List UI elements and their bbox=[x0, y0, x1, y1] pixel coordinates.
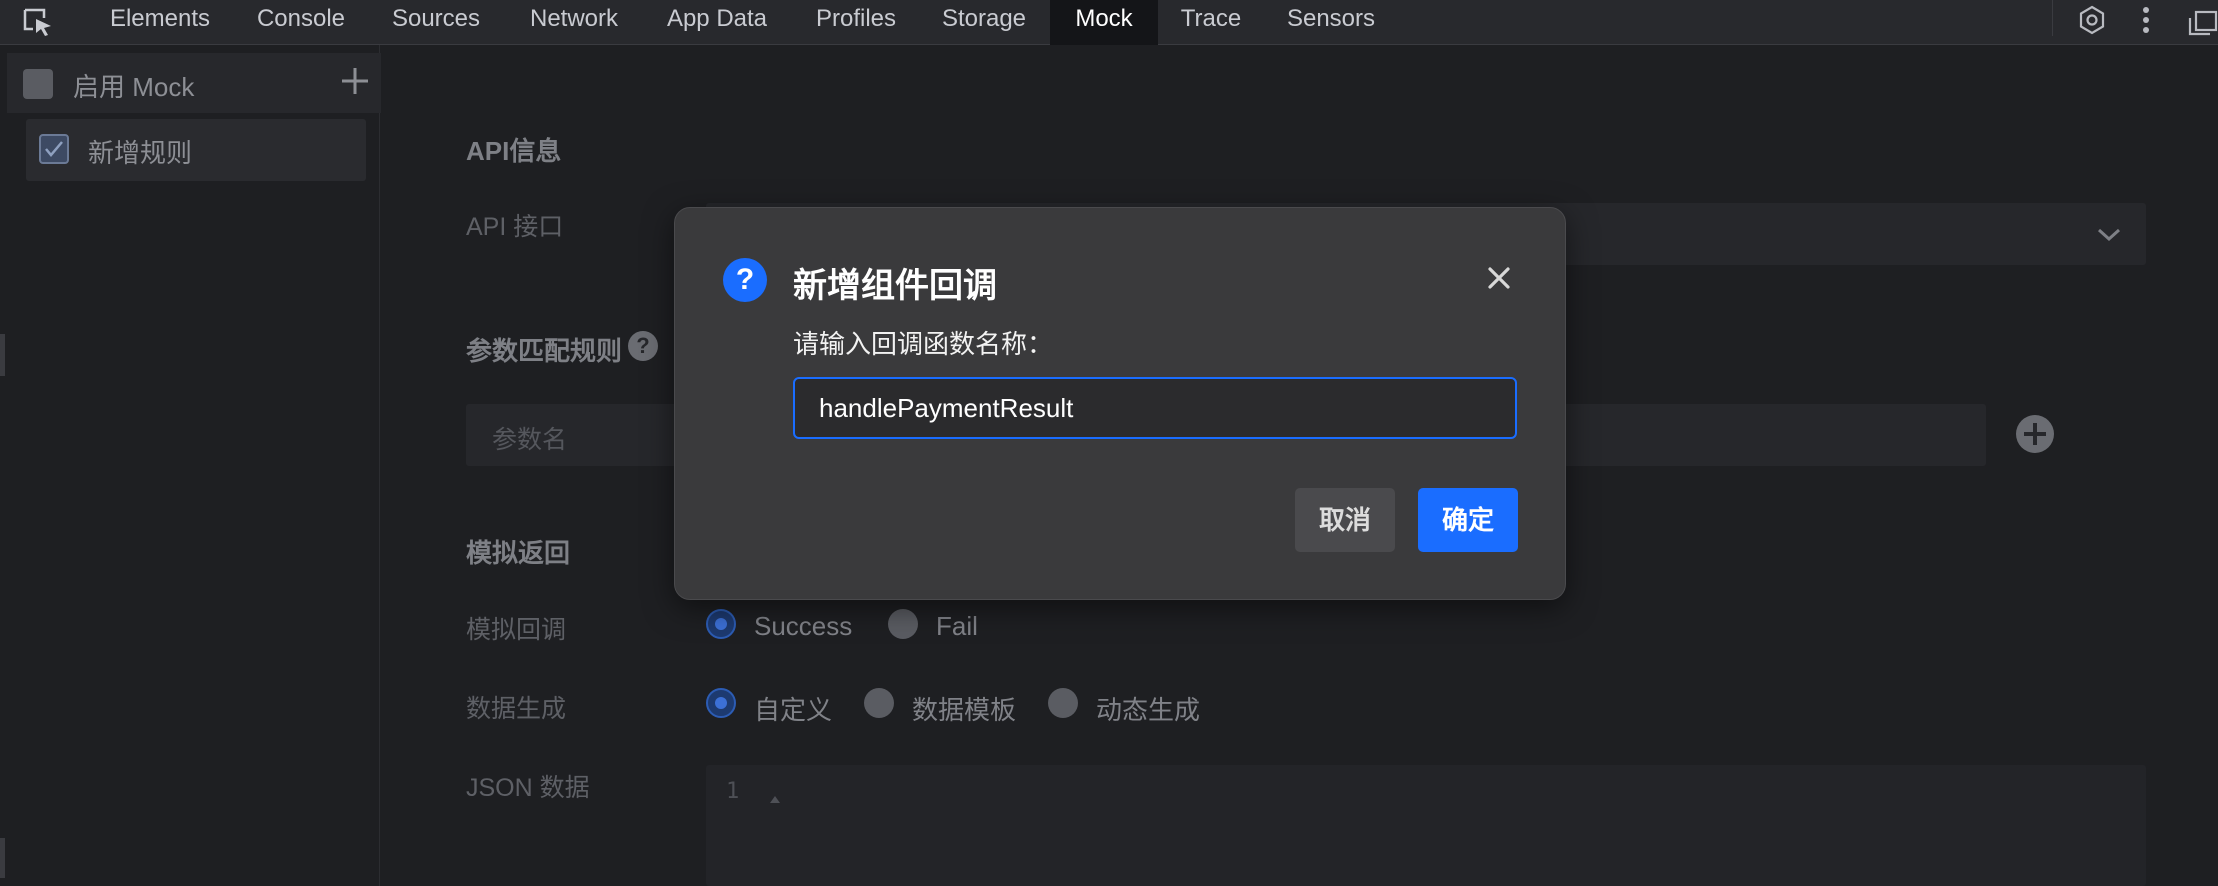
dialog-prompt: 请输入回调函数名称： bbox=[793, 329, 1054, 359]
callback-fail-label: Fail bbox=[936, 611, 978, 641]
more-options-icon[interactable] bbox=[2132, 4, 2160, 36]
callback-fail-radio[interactable] bbox=[888, 609, 918, 639]
rule-label: 新增规则 bbox=[88, 138, 193, 168]
resize-handle[interactable] bbox=[0, 334, 5, 376]
datagen-dynamic-radio[interactable] bbox=[1048, 688, 1078, 718]
rule-checkbox[interactable] bbox=[39, 134, 69, 164]
datagen-custom-radio[interactable] bbox=[706, 688, 736, 718]
api-endpoint-label: API 接口 bbox=[466, 213, 564, 241]
enable-mock-header: 启用 Mock bbox=[7, 53, 381, 113]
mock-rules-sidebar: 启用 Mock 新增规则 bbox=[0, 45, 381, 886]
api-info-section-title: API信息 bbox=[466, 136, 562, 166]
mock-callback-label: 模拟回调 bbox=[466, 616, 567, 644]
json-data-label: JSON 数据 bbox=[466, 774, 590, 802]
tab-console[interactable]: Console bbox=[240, 0, 362, 45]
tab-mock[interactable]: Mock bbox=[1050, 0, 1158, 45]
dialog-title: 新增组件回调 bbox=[793, 267, 997, 305]
resize-handle-bottom[interactable] bbox=[0, 838, 5, 878]
tab-sensors[interactable]: Sensors bbox=[1278, 0, 1384, 45]
confirm-button[interactable]: 确定 bbox=[1418, 488, 1518, 552]
add-callback-dialog: ? 新增组件回调 请输入回调函数名称： 取消 确定 bbox=[674, 207, 1566, 600]
tab-elements[interactable]: Elements bbox=[92, 0, 228, 45]
cancel-button[interactable]: 取消 bbox=[1295, 488, 1395, 552]
check-icon bbox=[45, 141, 63, 157]
tab-trace[interactable]: Trace bbox=[1166, 0, 1256, 45]
datagen-dynamic-label: 动态生成 bbox=[1096, 695, 1201, 725]
tab-app-data[interactable]: App Data bbox=[652, 0, 782, 45]
param-match-section-title: 参数匹配规则 bbox=[466, 336, 623, 366]
toolbar-divider bbox=[2052, 0, 2053, 36]
param-name-placeholder: 参数名 bbox=[492, 426, 568, 454]
data-generation-label: 数据生成 bbox=[466, 695, 567, 723]
settings-gear-icon[interactable] bbox=[2076, 4, 2108, 36]
enable-mock-checkbox[interactable] bbox=[23, 69, 53, 99]
fold-arrow-icon[interactable] bbox=[768, 793, 782, 805]
callback-name-input[interactable] bbox=[793, 377, 1517, 439]
close-icon[interactable] bbox=[1481, 260, 1517, 296]
add-param-plus-icon[interactable] bbox=[2016, 415, 2054, 453]
sidebar-item-rule[interactable]: 新增规则 bbox=[26, 119, 366, 181]
chevron-down-icon bbox=[2097, 228, 2121, 242]
tab-profiles[interactable]: Profiles bbox=[800, 0, 912, 45]
help-question-icon[interactable]: ? bbox=[628, 331, 658, 361]
datagen-template-label: 数据模板 bbox=[912, 695, 1017, 725]
callback-success-radio[interactable] bbox=[706, 609, 736, 639]
tab-network[interactable]: Network bbox=[512, 0, 636, 45]
devtools-tabbar: Elements Console Sources Network App Dat… bbox=[0, 0, 2218, 45]
callback-success-label: Success bbox=[754, 611, 853, 641]
tab-sources[interactable]: Sources bbox=[378, 0, 494, 45]
enable-mock-label: 启用 Mock bbox=[73, 72, 195, 102]
json-line-number: 1 bbox=[726, 779, 740, 804]
question-icon: ? bbox=[723, 258, 767, 302]
json-editor[interactable]: 1 bbox=[706, 765, 2146, 886]
mock-response-section-title: 模拟返回 bbox=[466, 538, 571, 568]
datagen-template-radio[interactable] bbox=[864, 688, 894, 718]
tab-storage[interactable]: Storage bbox=[928, 0, 1040, 45]
dock-side-icon[interactable] bbox=[2186, 4, 2218, 36]
datagen-custom-label: 自定义 bbox=[754, 695, 833, 725]
inspect-element-icon[interactable] bbox=[22, 7, 54, 37]
add-rule-plus-icon[interactable] bbox=[337, 63, 373, 99]
